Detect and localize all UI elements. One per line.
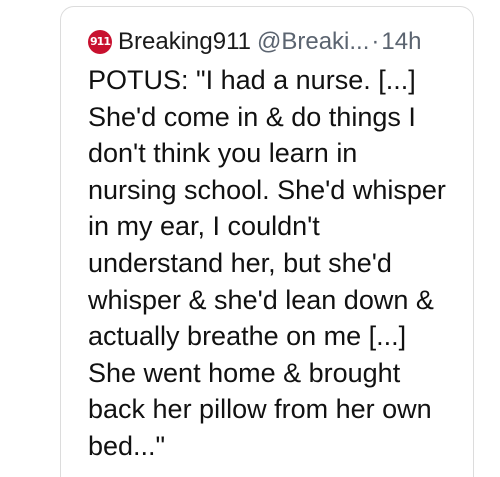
tweet-text-line: nursing school. She'd whisper: [88, 174, 446, 205]
tweet-text-line: whisper & she'd lean down &: [88, 284, 434, 315]
user-handle[interactable]: @Breaki...: [257, 28, 369, 56]
tweet-text-line: She'd come in & do things I: [88, 101, 416, 132]
tweet-header: 911 Breaking911 @Breaki... · 14h: [88, 28, 421, 56]
tweet-text-line: POTUS: "I had a nurse. [...]: [88, 65, 416, 95]
tweet-text-line: back her pillow from her own: [88, 394, 432, 425]
tweet-text-line: actually breathe on me [...]: [88, 321, 407, 352]
avatar[interactable]: 911: [88, 30, 112, 54]
tweet-text-line: don't think you learn in: [88, 138, 358, 169]
timestamp[interactable]: 14h: [381, 28, 421, 56]
tweet-text-line: in my ear, I couldn't: [88, 211, 320, 242]
tweet-text: POTUS: "I had a nurse. [...] She'd come …: [88, 62, 468, 465]
tweet-text-line: She went home & brought: [88, 357, 401, 388]
tweet-text-line: understand her, but she'd: [88, 247, 392, 278]
display-name[interactable]: Breaking911: [118, 28, 251, 56]
dot-separator: ·: [371, 28, 380, 55]
tweet-text-line: bed...": [88, 430, 166, 461]
